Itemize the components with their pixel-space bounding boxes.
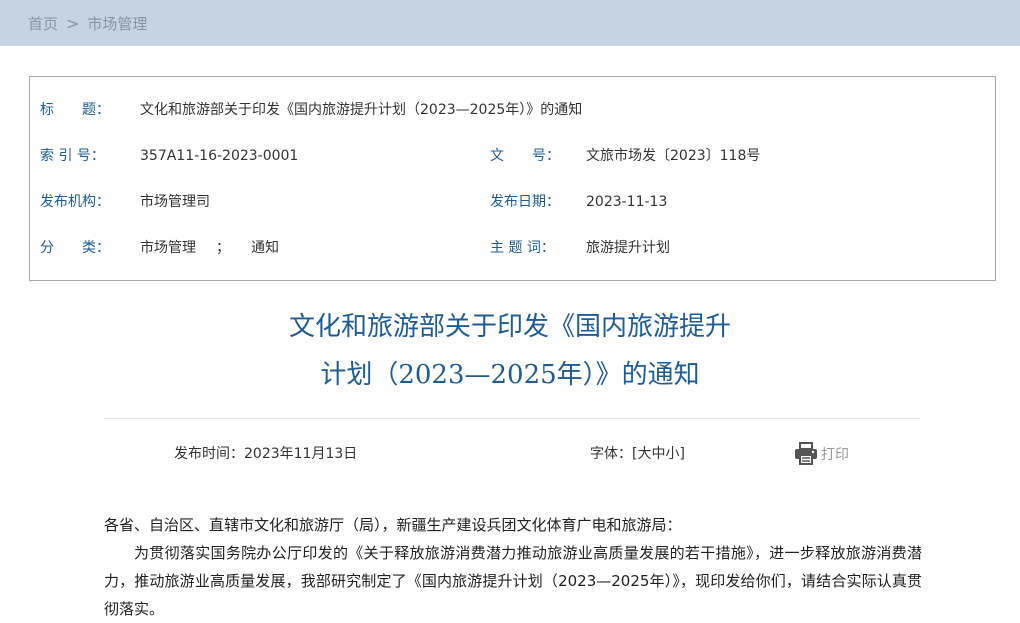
- breadcrumb-current-link[interactable]: 市场管理: [87, 13, 147, 34]
- meta-row-org: 发布机构： 市场管理司 发布日期： 2023-11-13: [30, 190, 995, 214]
- meta-org-label: 发布机构：: [40, 194, 110, 210]
- metadata-panel: 标 题： 文化和旅游部关于印发《国内旅游提升计划（2023—2025年）》的通知…: [29, 76, 996, 281]
- font-size-bracket-close: ]: [679, 446, 685, 462]
- meta-row-title: 标 题： 文化和旅游部关于印发《国内旅游提升计划（2023—2025年）》的通知: [30, 98, 995, 122]
- body-paragraph-1: 为贯彻落实国务院办公厅印发的《关于释放旅游消费潜力推动旅游业高质量发展的若干措施…: [104, 544, 922, 618]
- meta-category-value-1: 市场管理: [140, 240, 196, 256]
- font-size-medium-link[interactable]: 中: [651, 446, 665, 462]
- meta-date-label: 发布日期：: [490, 194, 560, 210]
- meta-index-label: 索 引 号：: [40, 148, 105, 164]
- meta-docno-label: 文 号：: [490, 148, 560, 164]
- meta-category-label: 分 类：: [40, 240, 110, 256]
- article-title-line-1: 文化和旅游部关于印发《国内旅游提升: [288, 312, 731, 342]
- meta-title-value: 文化和旅游部关于印发《国内旅游提升计划（2023—2025年）》的通知: [140, 102, 583, 118]
- breadcrumb: 首页 > 市场管理: [0, 0, 1020, 46]
- meta-category-value-2: 通知: [251, 240, 279, 256]
- meta-keyword-value: 旅游提升计划: [586, 240, 670, 256]
- font-size-label: 字体：: [590, 446, 632, 462]
- meta-keyword-label: 主 题 词：: [490, 240, 555, 256]
- print-button[interactable]: 打印: [793, 440, 849, 468]
- font-size-large-link[interactable]: 大: [637, 446, 651, 462]
- meta-index-value: 357A11-16-2023-0001: [140, 148, 299, 164]
- meta-row-category: 分 类： 市场管理 ； 通知 主 题 词： 旅游提升计划: [30, 236, 995, 260]
- title-divider: [104, 418, 920, 419]
- printer-icon: [793, 441, 819, 467]
- breadcrumb-home-link[interactable]: 首页: [28, 13, 58, 34]
- article-title-line-2: 计划（2023—2025年）》的通知: [320, 360, 700, 390]
- salutation: 各省、自治区、直辖市文化和旅游厅（局），新疆生产建设兵团文化体育广电和旅游局：: [104, 516, 682, 534]
- breadcrumb-separator: >: [66, 13, 80, 33]
- meta-title-label: 标 题：: [40, 102, 110, 118]
- font-size-small-link[interactable]: 小: [665, 446, 679, 462]
- meta-row-index: 索 引 号： 357A11-16-2023-0001 文 号： 文旅市场发〔20…: [30, 144, 995, 168]
- meta-category-separator: ；: [216, 240, 230, 256]
- print-label: 打印: [821, 447, 849, 463]
- publish-time: 发布时间：2023年11月13日: [174, 446, 358, 462]
- meta-date-value: 2023-11-13: [586, 194, 668, 210]
- meta-org-value: 市场管理司: [140, 194, 210, 210]
- font-size-selector: 字体：[大中小]: [590, 443, 685, 465]
- meta-docno-value: 文旅市场发〔2023〕118号: [586, 148, 761, 164]
